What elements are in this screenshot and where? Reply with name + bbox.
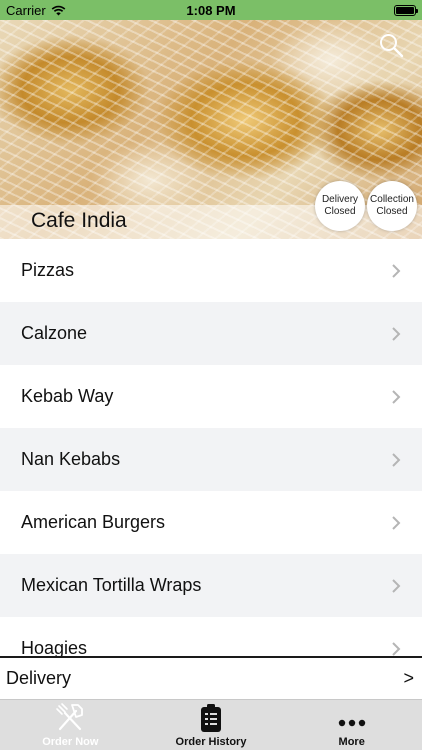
collection-status-title: Collection (370, 194, 414, 205)
chevron-right-icon (392, 389, 401, 404)
category-label: Calzone (21, 323, 88, 343)
fork-knife-icon (56, 703, 84, 731)
restaurant-name: Cafe India (31, 209, 127, 232)
tab-more[interactable]: More (281, 700, 422, 750)
order-type-label: Delivery (6, 668, 72, 688)
category-label: American Burgers (21, 512, 166, 532)
chevron-right-icon (392, 641, 401, 656)
status-left: Carrier (6, 3, 66, 18)
category-label: Mexican Tortilla Wraps (21, 575, 202, 595)
ellipsis-icon (338, 719, 365, 727)
category-row-hoagies[interactable]: Hoagies (0, 617, 422, 657)
collection-status-value: Closed (376, 206, 408, 217)
search-icon[interactable] (378, 32, 404, 58)
tab-label: More (338, 736, 365, 748)
delivery-status-title: Delivery (321, 194, 359, 205)
order-type-selector[interactable]: Delivery > (0, 658, 422, 699)
category-label: Nan Kebabs (21, 449, 121, 469)
order-type-arrow: > (403, 668, 414, 688)
collection-status-badge: Collection Closed (367, 181, 417, 231)
category-row-nan-kebabs[interactable]: Nan Kebabs (0, 428, 422, 491)
battery-icon (394, 4, 418, 16)
tab-order-history[interactable]: Order History (141, 700, 282, 750)
clipboard-list-icon (201, 704, 221, 732)
category-row-calzone[interactable]: Calzone (0, 302, 422, 365)
chevron-right-icon (392, 515, 401, 530)
category-label: Hoagies (21, 638, 88, 657)
category-row-kebab-way[interactable]: Kebab Way (0, 365, 422, 428)
restaurant-hero-image: Cafe India Delivery Closed Collection Cl… (0, 20, 422, 239)
tab-bar: Order Now Order History More (0, 699, 422, 750)
status-bar: Carrier 1:08 PM (0, 0, 422, 20)
tab-label: Order Now (42, 736, 99, 748)
carrier-label: Carrier (6, 2, 46, 18)
chevron-right-icon (392, 578, 401, 593)
category-label: Kebab Way (21, 386, 114, 406)
category-row-mexican-tortilla-wraps[interactable]: Mexican Tortilla Wraps (0, 554, 422, 617)
chevron-right-icon (392, 263, 401, 278)
chevron-right-icon (392, 452, 401, 467)
tab-label: Order History (175, 736, 247, 748)
category-row-american-burgers[interactable]: American Burgers (0, 491, 422, 554)
chevron-right-icon (392, 326, 401, 341)
category-row-pizzas[interactable]: Pizzas (0, 239, 422, 302)
wifi-icon (51, 5, 66, 15)
tab-order-now[interactable]: Order Now (0, 700, 141, 750)
delivery-status-value: Closed (324, 206, 356, 217)
menu-category-list: Pizzas Calzone Kebab Way Nan Kebabs Amer… (0, 239, 422, 657)
delivery-status-badge: Delivery Closed (315, 181, 365, 231)
category-label: Pizzas (21, 260, 75, 280)
